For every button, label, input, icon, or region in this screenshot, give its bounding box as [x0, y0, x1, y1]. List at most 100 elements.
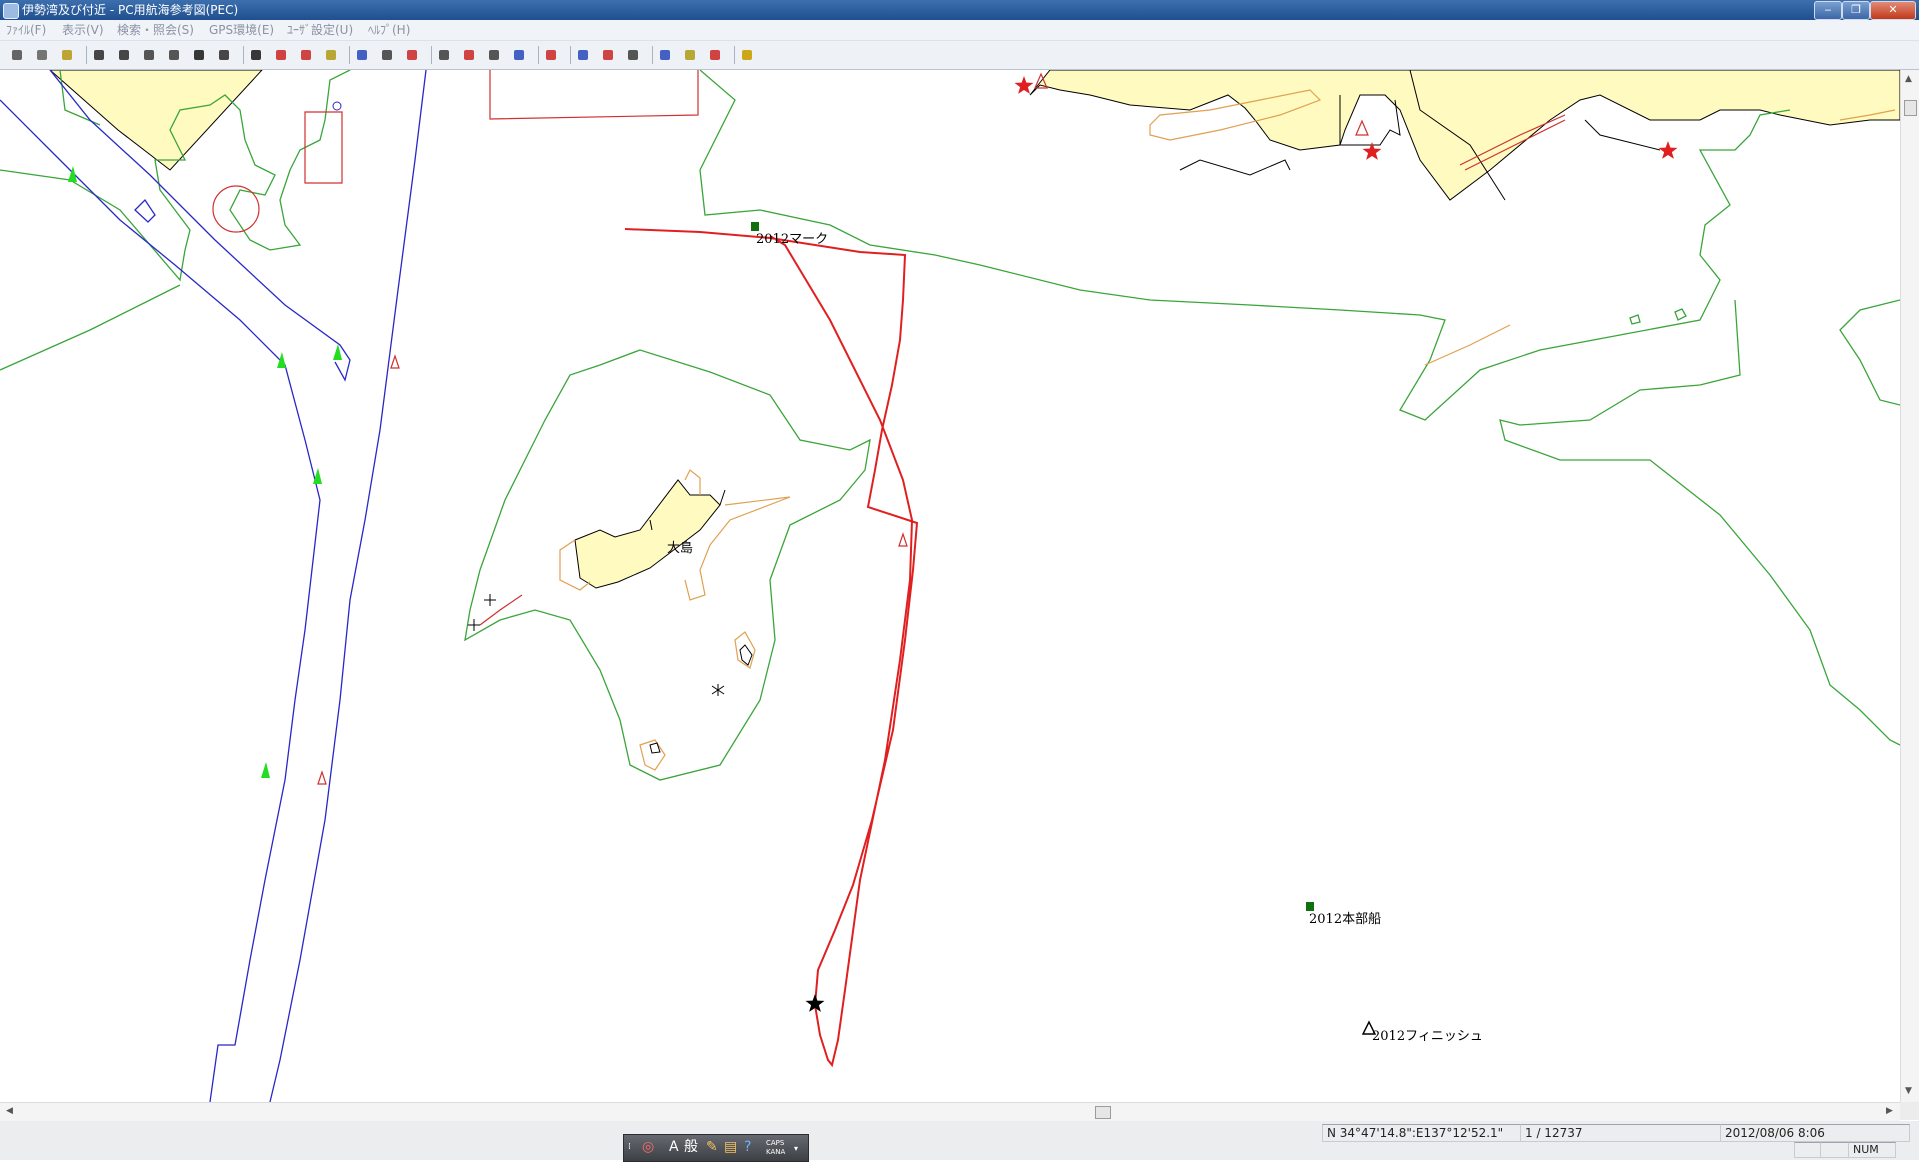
- grid-icon[interactable]: [165, 46, 183, 64]
- restore-button[interactable]: ❐: [1842, 1, 1870, 20]
- pen-icon[interactable]: [656, 46, 674, 64]
- close-button[interactable]: ✕: [1870, 1, 1916, 20]
- scroll-right-icon[interactable]: ▶: [1886, 1106, 1893, 1116]
- status-coordinates: N 34°47'14.8":E137°12'52.1": [1322, 1124, 1522, 1142]
- status-datetime: 2012/08/06 8:06: [1720, 1124, 1910, 1142]
- save-icon[interactable]: [58, 46, 76, 64]
- ime-input-mode[interactable]: 般: [684, 1139, 698, 1155]
- gps-track: [624, 228, 919, 1068]
- toolbar-separator: [652, 46, 653, 64]
- help-icon[interactable]: [738, 46, 756, 64]
- chart-drawing: [0, 70, 1900, 1102]
- menu-gps[interactable]: GPS環境(E): [209, 23, 274, 37]
- ime-help-icon[interactable]: ?: [744, 1139, 751, 1155]
- app-icon[interactable]: [3, 3, 19, 19]
- measure-icon[interactable]: [190, 46, 208, 64]
- toolbar-separator: [243, 46, 244, 64]
- misc-symbols: [468, 594, 725, 696]
- red-buoys: [317, 72, 1369, 785]
- channel-lines: [0, 70, 427, 1102]
- toolbar-separator: [431, 46, 432, 64]
- horizontal-scroll-thumb[interactable]: [1095, 1106, 1111, 1119]
- label-2012-mark[interactable]: 2012マーク: [756, 228, 828, 247]
- ime-mode[interactable]: A: [669, 1139, 679, 1155]
- zoom-out-icon[interactable]: [115, 46, 133, 64]
- lighthouse-icon[interactable]: [322, 46, 340, 64]
- toolbar: [0, 41, 1919, 70]
- toolbar-separator: [570, 46, 571, 64]
- window-title: 伊勢湾及び付近 - PC用航海参考図(PEC): [22, 3, 239, 17]
- zoom-in-icon[interactable]: [90, 46, 108, 64]
- land-northwest: [49, 70, 263, 171]
- horizontal-scrollbar[interactable]: ◀ ▶: [0, 1102, 1900, 1121]
- chart-icon[interactable]: [353, 46, 371, 64]
- toolbar-separator: [538, 46, 539, 64]
- scroll-left-icon[interactable]: ◀: [6, 1106, 13, 1116]
- title-bar: 伊勢湾及び付近 - PC用航海参考図(PEC) ‒ ❐ ✕: [0, 0, 1919, 20]
- menu-view[interactable]: 表示(V): [62, 23, 104, 37]
- flag-search-icon[interactable]: [542, 46, 560, 64]
- ship-icon[interactable]: [297, 46, 315, 64]
- chart-map-view[interactable]: 2012マーク 大島 2012本部船 2012フィニッシュ: [0, 70, 1900, 1102]
- gps-mark-icon[interactable]: [599, 46, 617, 64]
- print-preview-icon[interactable]: [33, 46, 51, 64]
- status-num-indicator: NUM: [1848, 1142, 1896, 1158]
- track-icon[interactable]: [435, 46, 453, 64]
- ime-pad-icon[interactable]: ✎: [706, 1139, 718, 1155]
- minimize-button[interactable]: ‒: [1814, 1, 1842, 20]
- vertical-scroll-thumb[interactable]: [1904, 100, 1917, 116]
- contour-small-b: [1674, 308, 1687, 321]
- pencil-icon[interactable]: [510, 46, 528, 64]
- menu-file[interactable]: ﾌｧｲﾙ(F): [6, 23, 46, 37]
- shallow-lines: [559, 89, 1896, 771]
- ime-grip-icon: ⁞: [628, 1142, 631, 1152]
- buoy-icon[interactable]: [272, 46, 290, 64]
- menu-help[interactable]: ﾍﾙﾌﾟ(H): [368, 23, 410, 37]
- route-icon[interactable]: [215, 46, 233, 64]
- contour-east-b: [1499, 299, 1900, 746]
- ime-language-bar[interactable]: ⁞ ◎ A 般 ✎ ▤ ? CAPS KANA ▾: [623, 1134, 809, 1162]
- ime-tool-icon[interactable]: ▤: [724, 1139, 737, 1155]
- contour-small-a: [1629, 314, 1641, 325]
- vertical-scrollbar[interactable]: ▲ ▼: [1900, 70, 1919, 1102]
- contour-top: [699, 70, 1791, 421]
- buoy-circle: [332, 101, 342, 111]
- label-island: 大島: [667, 541, 694, 556]
- scroll-down-icon[interactable]: ▼: [1905, 1086, 1912, 1096]
- ime-app-icon[interactable]: ◎: [642, 1139, 654, 1155]
- contour-west: [0, 284, 181, 371]
- label-2012-finish[interactable]: 2012フィニッシュ: [1372, 1025, 1483, 1044]
- label-2012-honbusen[interactable]: 2012本部船: [1309, 908, 1381, 927]
- detail-lines: [649, 70, 1661, 754]
- island-oshima: [574, 479, 721, 589]
- binoculars-icon[interactable]: [247, 46, 265, 64]
- depth-contours: [0, 70, 1900, 781]
- contour-island: [464, 349, 871, 781]
- menu-bar: ﾌｧｲﾙ(F) 表示(V) 検索・照会(S) GPS環境(E) ﾕｰｻﾞ設定(U…: [0, 20, 1919, 41]
- ime-kana: KANA: [766, 1148, 786, 1156]
- menu-search[interactable]: 検索・照会(S): [117, 23, 194, 37]
- toolbar-separator: [86, 46, 87, 64]
- gps-view-icon[interactable]: [624, 46, 642, 64]
- marker-edit-icon[interactable]: [460, 46, 478, 64]
- status-bar: N 34°47'14.8":E137°12'52.1" 1 / 12737 20…: [0, 1121, 1919, 1162]
- land-north-coast: [1029, 70, 1900, 201]
- download-icon[interactable]: [706, 46, 724, 64]
- magnify-area-icon[interactable]: [485, 46, 503, 64]
- position-icon[interactable]: [681, 46, 699, 64]
- table-icon[interactable]: [378, 46, 396, 64]
- ime-caps: CAPS: [766, 1139, 785, 1147]
- scroll-up-icon[interactable]: ▲: [1905, 74, 1912, 84]
- scrollbar-corner: [1900, 1102, 1919, 1120]
- menu-user-settings[interactable]: ﾕｰｻﾞ設定(U): [287, 23, 353, 37]
- mark-icon[interactable]: [403, 46, 421, 64]
- contour-east: [1839, 299, 1900, 406]
- toolbar-separator: [734, 46, 735, 64]
- gps-icon[interactable]: [574, 46, 592, 64]
- status-scale: 1 / 12737: [1520, 1124, 1722, 1142]
- print-icon[interactable]: [8, 46, 26, 64]
- green-buoys: [68, 166, 342, 778]
- fit-view-icon[interactable]: [140, 46, 158, 64]
- ime-options-icon[interactable]: ▾: [794, 1141, 798, 1157]
- toolbar-separator: [349, 46, 350, 64]
